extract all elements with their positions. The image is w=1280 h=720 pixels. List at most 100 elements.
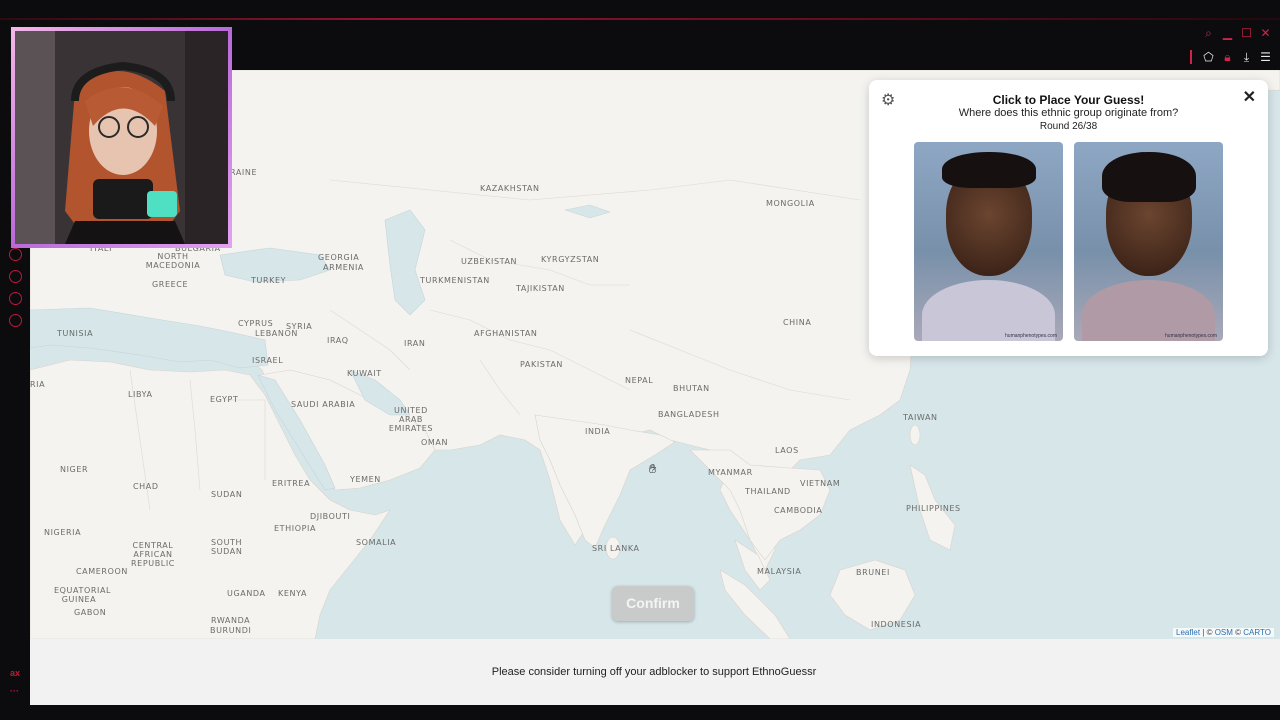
label-malaysia: MALAYSIA [757,567,802,576]
toolbar-divider [1190,50,1192,64]
label-cameroon: CAMEROON [76,567,128,576]
label-georgia: GEORGIA [318,253,360,262]
adblock-footer: Please consider turning off your adblock… [30,639,1280,705]
label-uae: UNITED ARAB EMIRATES [388,406,434,433]
label-gabon: GABON [74,608,107,617]
label-libya: LIBYA [128,390,153,399]
label-brunei: BRUNEI [856,568,890,577]
label-turkmenistan: TURKMENISTAN [420,276,490,285]
carto-link[interactable]: CARTO [1243,628,1271,637]
panel-title: Click to Place Your Guess! [992,93,1145,107]
label-nepal: NEPAL [625,376,654,385]
label-ria: RIA [30,380,46,389]
label-tunisia: TUNISIA [57,329,94,338]
maximize-icon[interactable]: ☐ [1240,27,1253,40]
round-counter: Round 26/38 [1039,121,1098,132]
label-iraq: IRAQ [327,336,349,345]
search-icon[interactable]: ⌕ [1202,27,1215,40]
label-sudan: SUDAN [211,490,243,499]
face-hair [942,152,1036,188]
label-north-macedonia: NORTH MACEDONIA [145,252,201,270]
label-cambodia: CAMBODIA [774,506,823,515]
label-yemen: YEMEN [350,475,381,484]
label-pakistan: PAKISTAN [520,360,563,369]
label-iran: IRAN [404,339,426,348]
label-bhutan: BHUTAN [673,384,710,393]
lock-icon[interactable]: 🔒︎ [1221,50,1234,64]
shirt [922,280,1055,341]
label-sri-lanka: SRI LANKA [592,544,640,553]
label-cyprus: CYPRUS [238,319,274,328]
image-credit: humanphenotypes.com [1165,333,1217,339]
puzzle-icon[interactable] [9,292,22,305]
window-controls: ⌕ ▁ ☐ ✕ [1202,27,1272,40]
label-armenia: ARMENIA [323,263,365,272]
label-egypt: EGYPT [210,395,239,404]
label-south-sudan: SOUTH SUDAN [211,538,243,556]
label-kazakhstan: KAZAKHSTAN [480,184,540,193]
guess-panel: ⚙ ✕ Click to Place Your Guess! Where doe… [869,80,1268,356]
accent-line [0,18,1280,20]
play-icon[interactable] [9,248,22,261]
label-somalia: SOMALIA [356,538,397,547]
label-turkey: TURKEY [251,276,287,285]
garment [1082,280,1215,341]
adblock-message: Please consider turning off your adblock… [491,666,817,678]
face-hair [1102,152,1196,202]
label-uzbekistan: UZBEKISTAN [461,257,518,266]
close-icon[interactable]: ✕ [1259,27,1272,40]
attribution-sep: | © [1200,628,1215,637]
label-ukraine: RAINE [230,168,258,177]
webcam-overlay [11,27,232,248]
label-niger: NIGER [60,465,89,474]
label-saudi-arabia: SAUDI ARABIA [291,400,356,409]
settings-icon[interactable] [9,314,22,327]
label-indonesia: INDONESIA [871,620,922,629]
confirm-button[interactable]: Confirm [612,586,694,621]
label-kuwait: KUWAIT [347,369,382,378]
female-phenotype-image: humanphenotypes.com [1074,142,1223,341]
image-credit: humanphenotypes.com [1005,333,1057,339]
label-syria: SYRIA [286,322,313,331]
label-equatorial-guinea: EQUATORIAL GUINEA [54,586,112,604]
hand-cursor-icon: ✋︎ [649,461,657,476]
clock-icon[interactable] [9,270,22,283]
label-rwanda: RWANDA [211,616,251,625]
rail-bottom-text: ax [10,668,21,678]
label-car: CENTRAL AFRICAN REPUBLIC [131,541,175,568]
label-burundi: BURUNDI [210,626,252,635]
label-mongolia: MONGOLIA [766,199,815,208]
menu-icon[interactable]: ☰ [1259,50,1272,64]
male-phenotype-image: humanphenotypes.com [914,142,1063,341]
label-philippines: PHILIPPINES [906,504,961,513]
label-kyrgyzstan: KYRGYZSTAN [541,255,600,264]
label-israel: ISRAEL [252,356,284,365]
download-icon[interactable]: ⤓ [1240,50,1253,64]
attribution-sep2: © [1232,628,1244,637]
label-laos: LAOS [775,446,799,455]
label-taiwan: TAIWAN [903,413,938,422]
label-bangladesh: BANGLADESH [658,410,720,419]
map-attribution: Leaflet | © OSM © CARTO [1173,628,1274,637]
leaflet-link[interactable]: Leaflet [1176,628,1200,637]
label-chad: CHAD [133,482,159,491]
label-uganda: UGANDA [227,589,266,598]
label-oman: OMAN [421,438,449,447]
label-thailand: THAILAND [745,487,791,496]
more-icon[interactable]: ··· [10,686,19,696]
label-vietnam: VIETNAM [800,479,841,488]
minimize-icon[interactable]: ▁ [1221,27,1234,40]
bottom-strip [0,705,1280,720]
streamer-webcam-image [15,31,228,244]
label-china: CHINA [783,318,812,327]
label-india: INDIA [585,427,611,436]
label-nigeria: NIGERIA [44,528,82,537]
extensions-icon[interactable]: ⬠ [1202,50,1215,64]
label-greece: GREECE [152,280,189,289]
label-ethiopia: ETHIOPIA [274,524,317,533]
panel-question: Where does this ethnic group originate f… [958,107,1179,119]
label-eritrea: ERITREA [272,479,311,488]
osm-link[interactable]: OSM [1215,628,1233,637]
label-kenya: KENYA [278,589,308,598]
label-afghanistan: AFGHANISTAN [474,329,538,338]
